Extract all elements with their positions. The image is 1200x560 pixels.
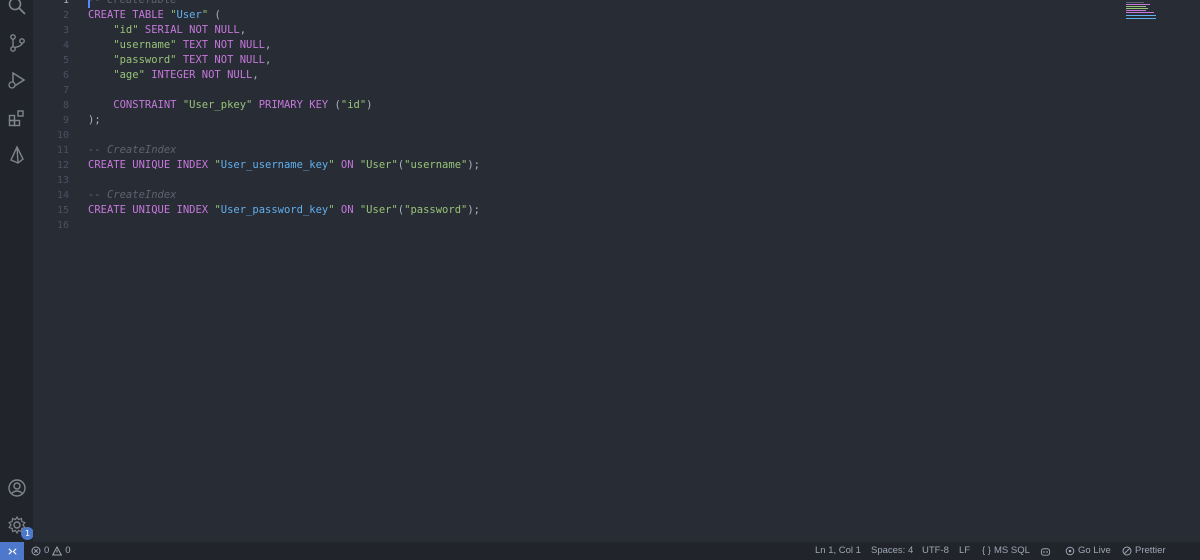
prettier-button[interactable]: Prettier [1122, 542, 1166, 560]
go-live-button[interactable]: Go Live [1065, 542, 1111, 560]
line-text: CONSTRAINT "User_pkey" PRIMARY KEY ("id"… [88, 98, 373, 113]
line-text: -- CreateIndex [88, 188, 177, 203]
error-icon [31, 546, 41, 556]
line-number: 16 [56, 220, 69, 231]
line-number: 14 [56, 190, 69, 201]
code-token: User [176, 9, 202, 21]
language-label: MS SQL [994, 545, 1030, 556]
line-number: 10 [56, 130, 69, 141]
code-token: -- CreateIndex [88, 144, 177, 156]
prettier-label: Prettier [1135, 545, 1166, 556]
code-token: , [252, 69, 259, 81]
cursor-position[interactable]: Ln 1, Col 1 [815, 542, 861, 560]
code-token: SERIAL NOT NULL [144, 24, 240, 36]
code-token: "User_pkey" [182, 99, 259, 111]
code-editor[interactable]: 1 -- CreateTable 2 CREATE TABLE "User" (3 "… [33, 0, 1200, 542]
code-token: -- CreateTable [88, 0, 177, 6]
prisma-icon[interactable] [5, 143, 29, 167]
broadcast-icon [1065, 546, 1075, 556]
line-number: 15 [56, 205, 69, 216]
line-text: "id" SERIAL NOT NULL, [88, 23, 246, 38]
line-number: 7 [62, 85, 69, 96]
search-icon[interactable] [5, 0, 29, 18]
code-token: User_password_key [220, 204, 329, 216]
line-number: 13 [56, 175, 69, 186]
code-token: , [239, 24, 247, 36]
eol-setting[interactable]: LF [959, 542, 970, 560]
code-token: INTEGER NOT NULL [151, 69, 253, 81]
code-token: ); [467, 204, 480, 216]
code-token: "password" [404, 204, 468, 216]
minimap[interactable] [1126, 0, 1194, 20]
line-number: 2 [62, 10, 69, 21]
go-live-label: Go Live [1078, 545, 1111, 556]
code-token: TEXT NOT NULL [182, 54, 266, 66]
line-text: "username" TEXT NOT NULL, [88, 38, 271, 53]
code-token: CREATE TABLE [88, 9, 171, 21]
code-token: -- CreateIndex [88, 189, 177, 201]
code-token: ); [88, 114, 101, 126]
code-token: "User" [359, 204, 398, 216]
language-braces-icon: { } [982, 545, 991, 556]
code-token: User_username_key [220, 159, 329, 171]
line-text: CREATE TABLE "User" ( [88, 8, 221, 23]
code-token: CREATE UNIQUE INDEX [88, 204, 215, 216]
indentation-setting[interactable]: Spaces: 4 [871, 542, 913, 560]
code-token: , [265, 54, 272, 66]
line-text: -- CreateTable [88, 0, 177, 8]
code-token: "User" [359, 159, 398, 171]
code-token: ON [334, 159, 360, 171]
encoding-setting[interactable]: UTF-8 [922, 542, 949, 560]
line-number: 1 [62, 0, 69, 6]
account-icon[interactable] [5, 476, 29, 500]
code-token: "id" [88, 24, 145, 36]
vscode-window: 1 1 -- CreateTable 2 CREATE TABLE "User" (3… [0, 0, 1200, 560]
code-token: ); [467, 159, 480, 171]
code-token: "age" [88, 69, 152, 81]
line-text: CREATE UNIQUE INDEX "User_username_key" … [88, 158, 480, 173]
line-text: ); [88, 113, 101, 128]
line-number: 5 [62, 55, 69, 66]
code-token: "username" [404, 159, 468, 171]
copilot-icon[interactable] [1040, 542, 1051, 560]
warning-icon [52, 546, 63, 556]
error-count: 0 [44, 545, 50, 556]
line-number: 6 [62, 70, 69, 81]
status-bar: 0 0 Ln 1, Col 1 Spaces: 4 UTF-8 LF { } M… [0, 542, 1200, 560]
code-token: CREATE UNIQUE INDEX [88, 159, 215, 171]
line-text: CREATE UNIQUE INDEX "User_password_key" … [88, 203, 480, 218]
line-number: 11 [56, 145, 69, 156]
line-number: 12 [56, 160, 69, 171]
line-text: "password" TEXT NOT NULL, [88, 53, 271, 68]
line-number: 3 [62, 25, 69, 36]
line-text: "age" INTEGER NOT NULL, [88, 68, 259, 83]
code-token: "id" [340, 99, 367, 111]
language-mode[interactable]: { } MS SQL [982, 542, 1030, 560]
code-token: PRIMARY KEY [258, 99, 335, 111]
line-number: 4 [62, 40, 69, 51]
source-control-icon[interactable] [5, 31, 29, 55]
line-text: -- CreateIndex [88, 143, 177, 158]
warning-count: 0 [65, 545, 71, 556]
line-number: 9 [62, 115, 69, 126]
prettier-icon [1122, 546, 1132, 556]
remote-icon [7, 547, 17, 555]
settings-gear-icon[interactable]: 1 [5, 513, 34, 540]
remote-connection-button[interactable] [0, 542, 24, 560]
extensions-icon[interactable] [5, 106, 29, 130]
code-token: ON [334, 204, 360, 216]
line-number: 8 [62, 100, 69, 111]
activity-bar: 1 [0, 0, 34, 542]
code-token: ) [366, 99, 373, 111]
problems-indicator[interactable]: 0 0 [31, 542, 71, 560]
code-token: "password" [88, 54, 183, 66]
run-debug-icon[interactable] [5, 68, 29, 92]
code-token: ( [208, 9, 221, 21]
code-token: "username" [88, 39, 183, 51]
code-token: TEXT NOT NULL [182, 39, 266, 51]
code-token: , [265, 39, 272, 51]
code-token: CONSTRAINT [88, 99, 183, 111]
